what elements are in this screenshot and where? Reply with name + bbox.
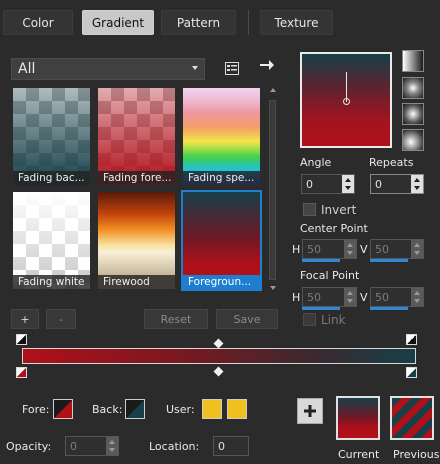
add-gradient-button[interactable]: +	[11, 309, 39, 329]
center-v-spinbox[interactable]: 50	[370, 239, 424, 259]
category-selected: All	[18, 61, 36, 77]
center-h-label: H	[292, 243, 301, 256]
top-stop-start[interactable]	[16, 334, 27, 345]
scrollbar[interactable]	[269, 100, 276, 280]
plus-icon	[304, 405, 316, 417]
spin-arrows-icon[interactable]	[344, 240, 356, 258]
save-button[interactable]: Save	[216, 309, 278, 329]
tab-texture[interactable]: Texture	[260, 10, 333, 35]
style-sunburst-icon[interactable]	[402, 103, 424, 125]
spin-arrows-icon[interactable]	[411, 175, 423, 193]
previous-label: Previous	[393, 448, 440, 461]
repeats-label: Repeats	[369, 156, 414, 169]
gradient-name: Fading white	[13, 275, 90, 289]
back-label: Back:	[92, 403, 123, 416]
invert-checkbox[interactable]	[303, 203, 316, 216]
gradient-thumb-foreground-background[interactable]: Foregroun...	[181, 190, 262, 291]
remove-gradient-button[interactable]: -	[46, 309, 76, 329]
user-swatch-1[interactable]	[202, 399, 222, 419]
gradient-thumb-fading-background[interactable]: Fading bac...	[11, 86, 92, 187]
center-v-slider[interactable]	[370, 259, 408, 262]
focal-h-slider[interactable]	[302, 307, 340, 310]
tab-gradient[interactable]: Gradient	[82, 10, 154, 35]
focal-v-slider[interactable]	[370, 307, 408, 310]
center-v-label: V	[360, 243, 368, 256]
category-dropdown[interactable]: All	[11, 58, 205, 80]
gradient-name: Fading fore...	[98, 171, 175, 185]
reset-button[interactable]: Reset	[144, 309, 208, 329]
midpoint-bottom-handle[interactable]	[213, 366, 224, 377]
fore-label: Fore:	[22, 403, 50, 416]
add-to-swatches-button[interactable]	[297, 398, 323, 424]
scroll-down-icon[interactable]	[270, 286, 276, 290]
center-h-spinbox[interactable]: 50	[302, 239, 357, 259]
user-label: User:	[166, 403, 195, 416]
gradient-thumb-firewood[interactable]: Firewood	[96, 190, 177, 291]
gradient-thumb-fading-foreground[interactable]: Fading fore...	[96, 86, 177, 187]
focal-h-label: H	[292, 291, 301, 304]
spin-arrows-icon[interactable]	[411, 288, 423, 306]
midpoint-top-handle[interactable]	[213, 338, 224, 349]
gradient-name: Foregroun...	[183, 275, 260, 289]
current-swatch[interactable]	[336, 396, 380, 440]
fore-swatch[interactable]	[53, 399, 73, 419]
tab-bar: Color Gradient Pattern Texture	[0, 0, 440, 44]
tab-pattern[interactable]: Pattern	[161, 10, 236, 35]
opacity-spinbox[interactable]: 0	[65, 436, 119, 456]
style-linear-icon[interactable]	[402, 50, 424, 72]
focal-v-label: V	[360, 291, 368, 304]
list-menu-icon[interactable]	[223, 59, 241, 77]
spin-arrows-icon[interactable]	[106, 437, 118, 455]
top-stop-end[interactable]	[406, 334, 417, 345]
bottom-stop-foreground[interactable]	[16, 367, 27, 378]
link-checkbox[interactable]	[303, 313, 316, 326]
spin-arrows-icon[interactable]	[342, 175, 354, 193]
gradient-name: Firewood	[98, 275, 175, 289]
gradient-name: Fading spe...	[183, 171, 260, 185]
link-label: Link	[321, 313, 346, 327]
repeats-spinbox[interactable]: 0	[370, 174, 424, 194]
spin-arrows-icon[interactable]	[411, 240, 423, 258]
gradient-list: Fading bac... Fading fore... Fading spe.…	[11, 86, 267, 294]
tab-divider	[248, 10, 249, 35]
previous-swatch[interactable]	[390, 396, 434, 440]
location-field[interactable]: 0	[213, 436, 249, 456]
gradient-name: Fading bac...	[13, 171, 90, 185]
bottom-stop-background[interactable]	[406, 367, 417, 378]
user-swatch-2[interactable]	[227, 399, 247, 419]
gradient-editor-bar[interactable]	[22, 348, 416, 364]
scroll-up-icon[interactable]	[270, 88, 276, 92]
angle-label: Angle	[300, 156, 332, 169]
angle-spinbox[interactable]: 0	[301, 174, 355, 194]
gradient-thumb-fading-spectrum[interactable]: Fading spe...	[181, 86, 262, 187]
style-rectangular-icon[interactable]	[402, 77, 424, 99]
focal-v-spinbox[interactable]: 50	[370, 287, 424, 307]
focal-point-label: Focal Point	[300, 269, 360, 282]
center-handle[interactable]	[343, 98, 350, 105]
arrow-right-icon[interactable]	[258, 56, 276, 74]
center-point-label: Center Point	[300, 222, 368, 235]
gradient-thumb-fading-white[interactable]: Fading white	[11, 190, 92, 291]
chevron-down-icon	[192, 66, 198, 70]
focal-h-spinbox[interactable]: 50	[302, 287, 357, 307]
invert-label: Invert	[321, 203, 357, 217]
back-swatch[interactable]	[125, 399, 145, 419]
gradient-preview[interactable]	[300, 52, 392, 148]
location-label: Location:	[149, 440, 200, 453]
spin-arrows-icon[interactable]	[344, 288, 356, 306]
center-h-slider[interactable]	[302, 259, 340, 262]
tab-color[interactable]: Color	[3, 10, 73, 35]
style-radial-icon[interactable]	[402, 129, 424, 151]
opacity-label: Opacity:	[6, 440, 52, 453]
current-label: Current	[338, 448, 380, 461]
